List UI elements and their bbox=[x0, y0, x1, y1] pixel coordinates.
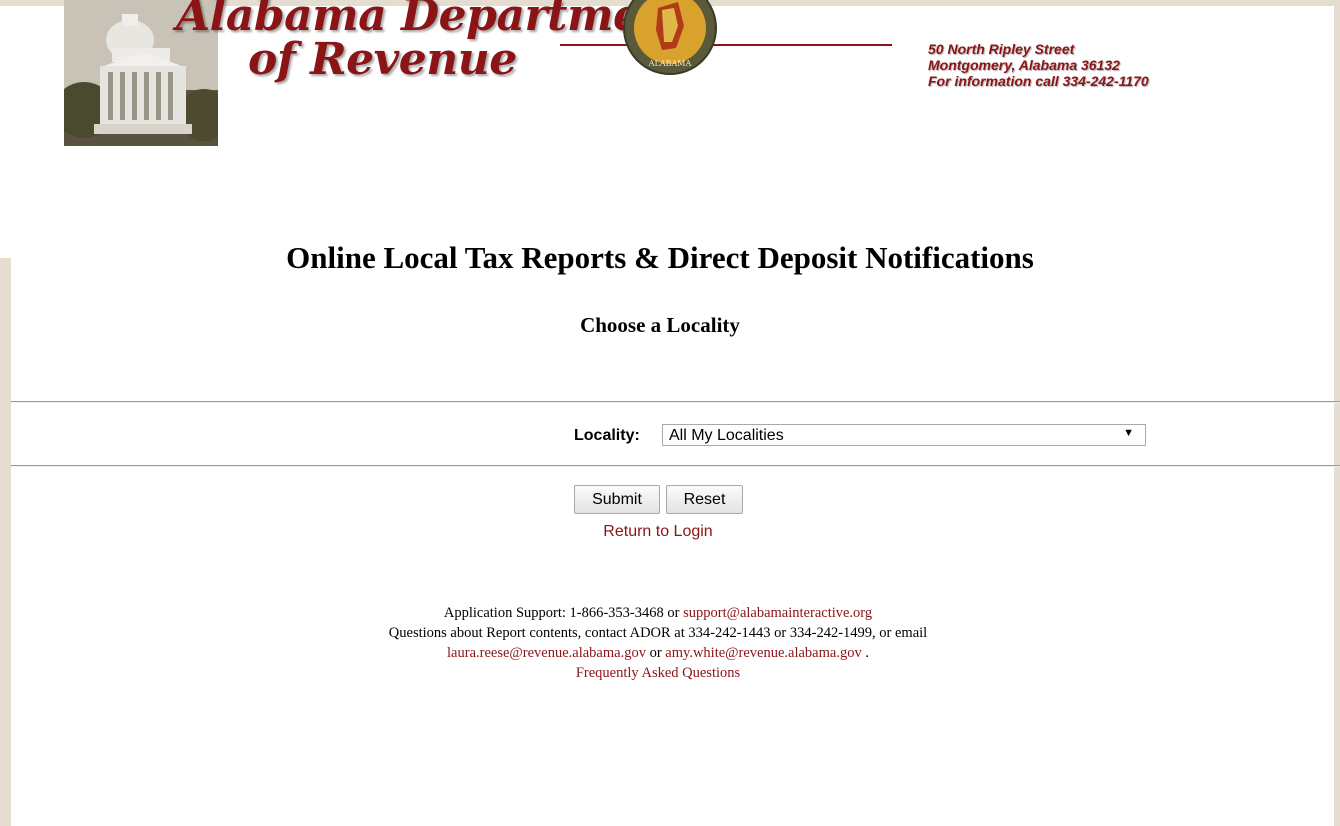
return-to-login-link[interactable]: Return to Login bbox=[0, 523, 1316, 541]
divider-bottom bbox=[11, 465, 1340, 467]
site-header: Alabama Department of Revenue ALABAMA 50… bbox=[0, 0, 1340, 150]
chevron-down-icon: ▼ bbox=[1123, 427, 1134, 439]
submit-button[interactable]: Submit bbox=[574, 485, 660, 514]
header-divider bbox=[560, 44, 892, 46]
address-phone: For information call 334-242-1170 bbox=[928, 73, 1149, 89]
email-link-amy[interactable]: amy.white@revenue.alabama.gov bbox=[665, 645, 861, 661]
frame-left bbox=[0, 258, 11, 826]
locality-row: Locality: All My Localities ▼ bbox=[0, 422, 1340, 452]
period-text: . bbox=[865, 645, 869, 661]
page-subtitle: Choose a Locality bbox=[580, 313, 740, 337]
logo-line-2: of Revenue bbox=[248, 34, 517, 85]
state-seal-icon: ALABAMA bbox=[622, 0, 718, 76]
contact-emails-line: laura.reese@revenue.alabama.gov or amy.w… bbox=[0, 643, 1316, 663]
email-link-laura[interactable]: laura.reese@revenue.alabama.gov bbox=[447, 645, 646, 661]
support-phone-text: Application Support: 1-866-353-3468 or bbox=[443, 605, 680, 621]
faq-link[interactable]: Frequently Asked Questions bbox=[576, 665, 740, 681]
support-info: Application Support: 1-866-353-3468 or s… bbox=[0, 603, 1316, 683]
address-street: 50 North Ripley Street bbox=[928, 41, 1075, 57]
seal-label: ALABAMA bbox=[648, 59, 692, 68]
or-text: or bbox=[649, 645, 662, 661]
support-email-link[interactable]: support@alabamainteractive.org bbox=[683, 605, 872, 621]
locality-select[interactable]: All My Localities ▼ bbox=[662, 424, 1146, 446]
logo-line-1: Alabama Department bbox=[176, 0, 692, 41]
support-line: Application Support: 1-866-353-3468 or s… bbox=[0, 603, 1316, 623]
locality-label: Locality: bbox=[574, 427, 640, 444]
address-block: 50 North Ripley Street Montgomery, Alaba… bbox=[928, 41, 1149, 89]
divider-top bbox=[11, 401, 1340, 403]
page-title: Online Local Tax Reports & Direct Deposi… bbox=[286, 240, 1034, 275]
reset-button[interactable]: Reset bbox=[666, 485, 743, 514]
locality-selected-value: All My Localities bbox=[669, 427, 784, 444]
questions-line: Questions about Report contents, contact… bbox=[388, 625, 928, 641]
address-city: Montgomery, Alabama 36132 bbox=[928, 57, 1120, 73]
